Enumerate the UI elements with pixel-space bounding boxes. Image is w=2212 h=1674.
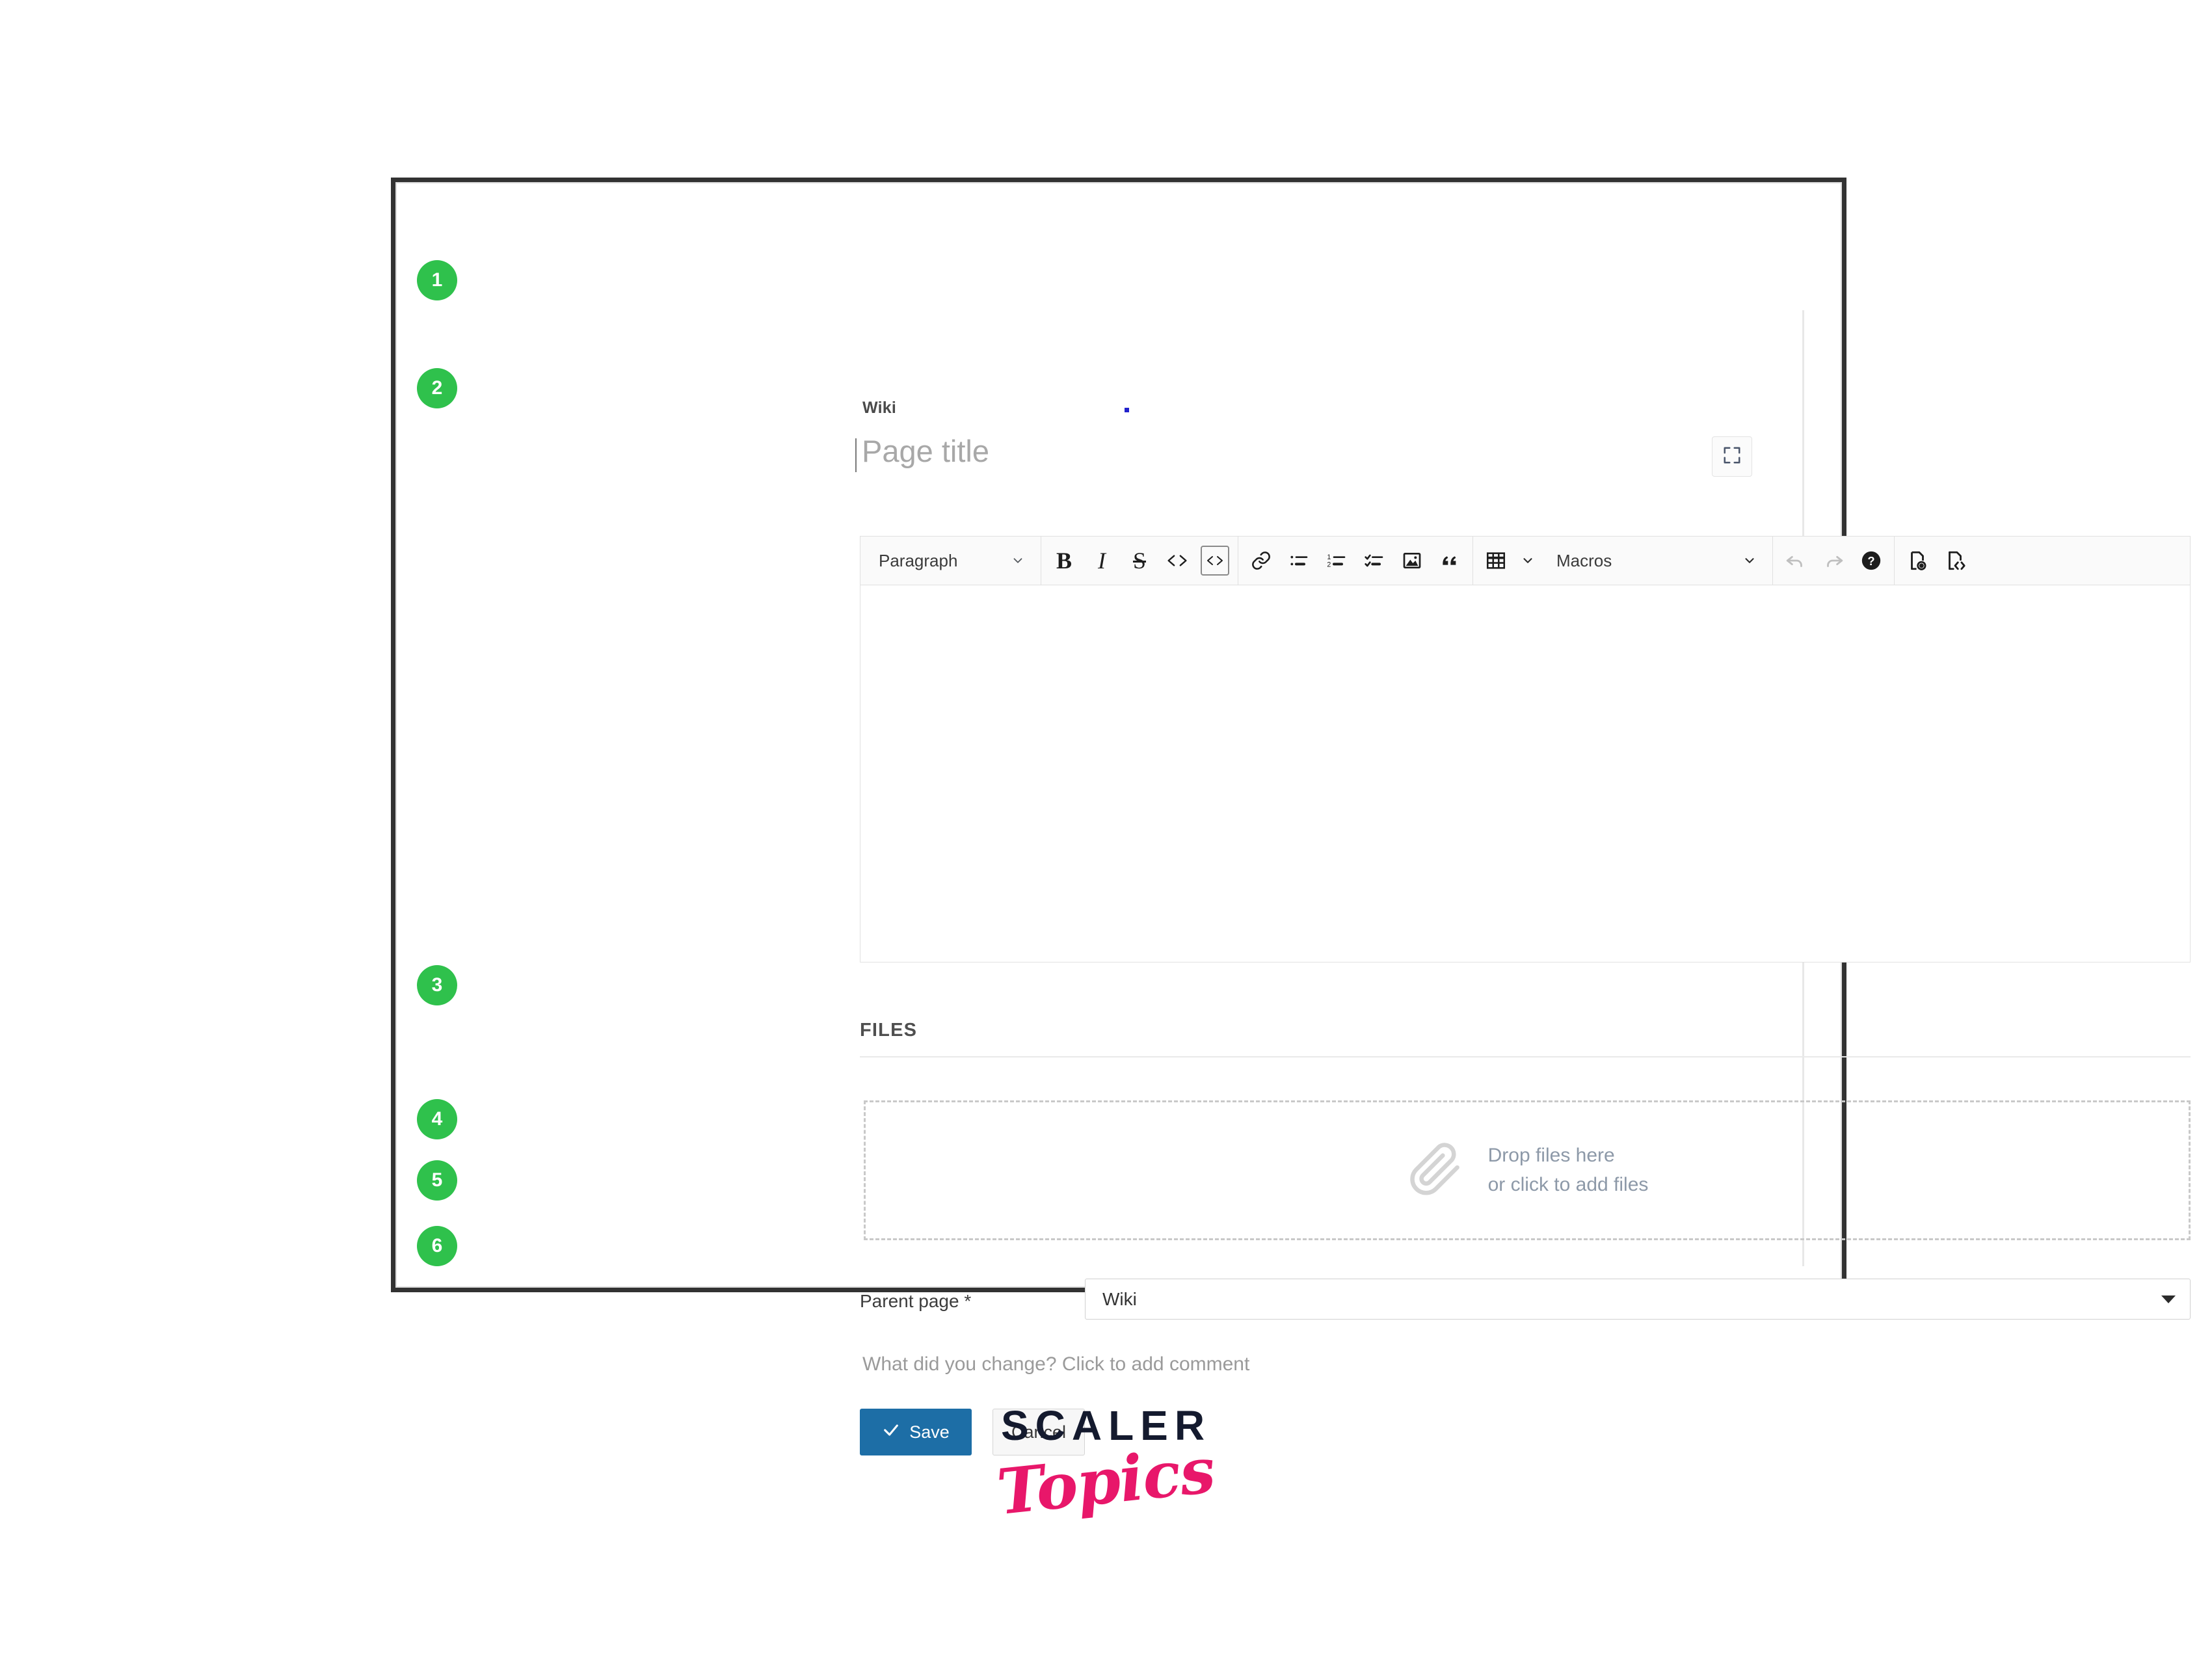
toolbar-group-inline-format: B I S [1041, 537, 1238, 585]
table-button[interactable] [1477, 537, 1515, 585]
screenshot-frame: Wiki Page title Paragraph B I S 1 2 Macr… [391, 178, 2191, 1455]
breadcrumb[interactable]: Wiki [862, 399, 896, 418]
link-button[interactable] [1242, 537, 1280, 585]
chevron-down-icon [1521, 553, 1535, 568]
editor-toolbar: Paragraph B I S 1 2 Macros ? [860, 536, 2191, 585]
paperclip-icon [1406, 1139, 1466, 1202]
inline-code-icon [1166, 551, 1188, 570]
redo-button[interactable] [1815, 537, 1852, 585]
italic-icon: I [1098, 548, 1106, 574]
cursor-dot-artifact [1125, 408, 1129, 412]
undo-button[interactable] [1777, 537, 1815, 585]
fullscreen-expand-button[interactable] [1712, 436, 1752, 477]
files-divider [860, 1056, 2191, 1057]
toolbar-group-insert: 1 2 [1238, 537, 1473, 585]
parent-page-label: Parent page * [860, 1291, 971, 1312]
preview-document-icon [1906, 550, 1928, 572]
macros-select[interactable]: Macros [1541, 537, 1768, 585]
image-icon [1402, 550, 1422, 571]
toolbar-group-table-macros: Macros [1473, 537, 1773, 585]
chevron-down-icon [1011, 553, 1025, 568]
preview-button[interactable] [1899, 537, 1936, 585]
undo-icon [1785, 550, 1807, 572]
bold-button[interactable]: B [1045, 537, 1083, 585]
svg-text:?: ? [1867, 554, 1874, 568]
numbered-list-button[interactable]: 1 2 [1318, 537, 1355, 585]
task-list-icon [1364, 550, 1385, 571]
paragraph-format-select[interactable]: Paragraph [864, 537, 1037, 585]
caret-down-icon [2161, 1295, 2176, 1303]
svg-text:1: 1 [1327, 553, 1331, 561]
italic-button[interactable]: I [1083, 537, 1121, 585]
chevron-down-icon [1742, 553, 1757, 568]
bullet-list-icon [1288, 550, 1309, 571]
macros-label: Macros [1556, 550, 1612, 570]
change-comment-input[interactable]: What did you change? Click to add commen… [862, 1353, 1249, 1375]
paragraph-format-label: Paragraph [879, 550, 958, 570]
help-button[interactable]: ? [1852, 537, 1890, 585]
svg-text:2: 2 [1327, 561, 1331, 568]
bold-icon: B [1056, 548, 1072, 574]
source-document-icon [1944, 550, 1966, 572]
step-badge-5: 5 [417, 1160, 457, 1201]
scaler-topics-logo: SCALER Topics [0, 1405, 2212, 1529]
bullet-list-button[interactable] [1280, 537, 1318, 585]
toolbar-group-history-help: ? [1773, 537, 1895, 585]
code-block-icon [1201, 546, 1229, 576]
table-options-button[interactable] [1515, 537, 1541, 585]
wiki-editor-panel: Wiki Page title Paragraph B I S 1 2 Macr… [395, 182, 2191, 1455]
page-title-input[interactable]: Page title [855, 434, 2130, 476]
step-badge-4: 4 [417, 1099, 457, 1139]
strikethrough-button[interactable]: S [1121, 537, 1158, 585]
source-code-button[interactable] [1936, 537, 1974, 585]
step-badge-1: 1 [417, 260, 457, 300]
dropzone-line-2: or click to add files [1487, 1173, 1649, 1195]
step-badge-3: 3 [417, 965, 457, 1005]
inline-code-button[interactable] [1158, 537, 1196, 585]
parent-page-value: Wiki [1102, 1288, 1137, 1309]
files-section-heading: FILES [860, 1020, 918, 1041]
link-icon [1251, 550, 1272, 571]
help-icon: ? [1860, 550, 1882, 572]
dropzone-line-1: Drop files here [1487, 1144, 1615, 1166]
toolbar-group-view-modes [1895, 537, 1978, 585]
task-list-button[interactable] [1355, 537, 1393, 585]
redo-icon [1822, 550, 1845, 572]
editor-content-area[interactable] [860, 585, 2191, 963]
blockquote-icon [1439, 550, 1460, 571]
text-caret [855, 438, 857, 472]
strikethrough-icon: S [1132, 548, 1147, 574]
step-badge-6: 6 [417, 1226, 457, 1266]
table-icon [1485, 550, 1507, 572]
blockquote-button[interactable] [1431, 537, 1469, 585]
logo-secondary-text: Topics [994, 1433, 1218, 1530]
image-button[interactable] [1393, 537, 1431, 585]
numbered-list-icon: 1 2 [1326, 550, 1347, 571]
step-badge-2: 2 [417, 368, 457, 408]
parent-page-select[interactable]: Wiki [1085, 1279, 2191, 1320]
file-dropzone[interactable]: Drop files here or click to add files [864, 1100, 2191, 1240]
page-title-placeholder: Page title [862, 434, 989, 468]
required-marker: * [964, 1291, 972, 1311]
dropzone-text-block: Drop files here or click to add files [1488, 1144, 1649, 1197]
parent-page-label-text: Parent page [860, 1291, 959, 1311]
code-block-button[interactable] [1196, 537, 1234, 585]
toolbar-group-block-format: Paragraph [860, 537, 1041, 585]
fullscreen-expand-icon [1722, 445, 1742, 468]
